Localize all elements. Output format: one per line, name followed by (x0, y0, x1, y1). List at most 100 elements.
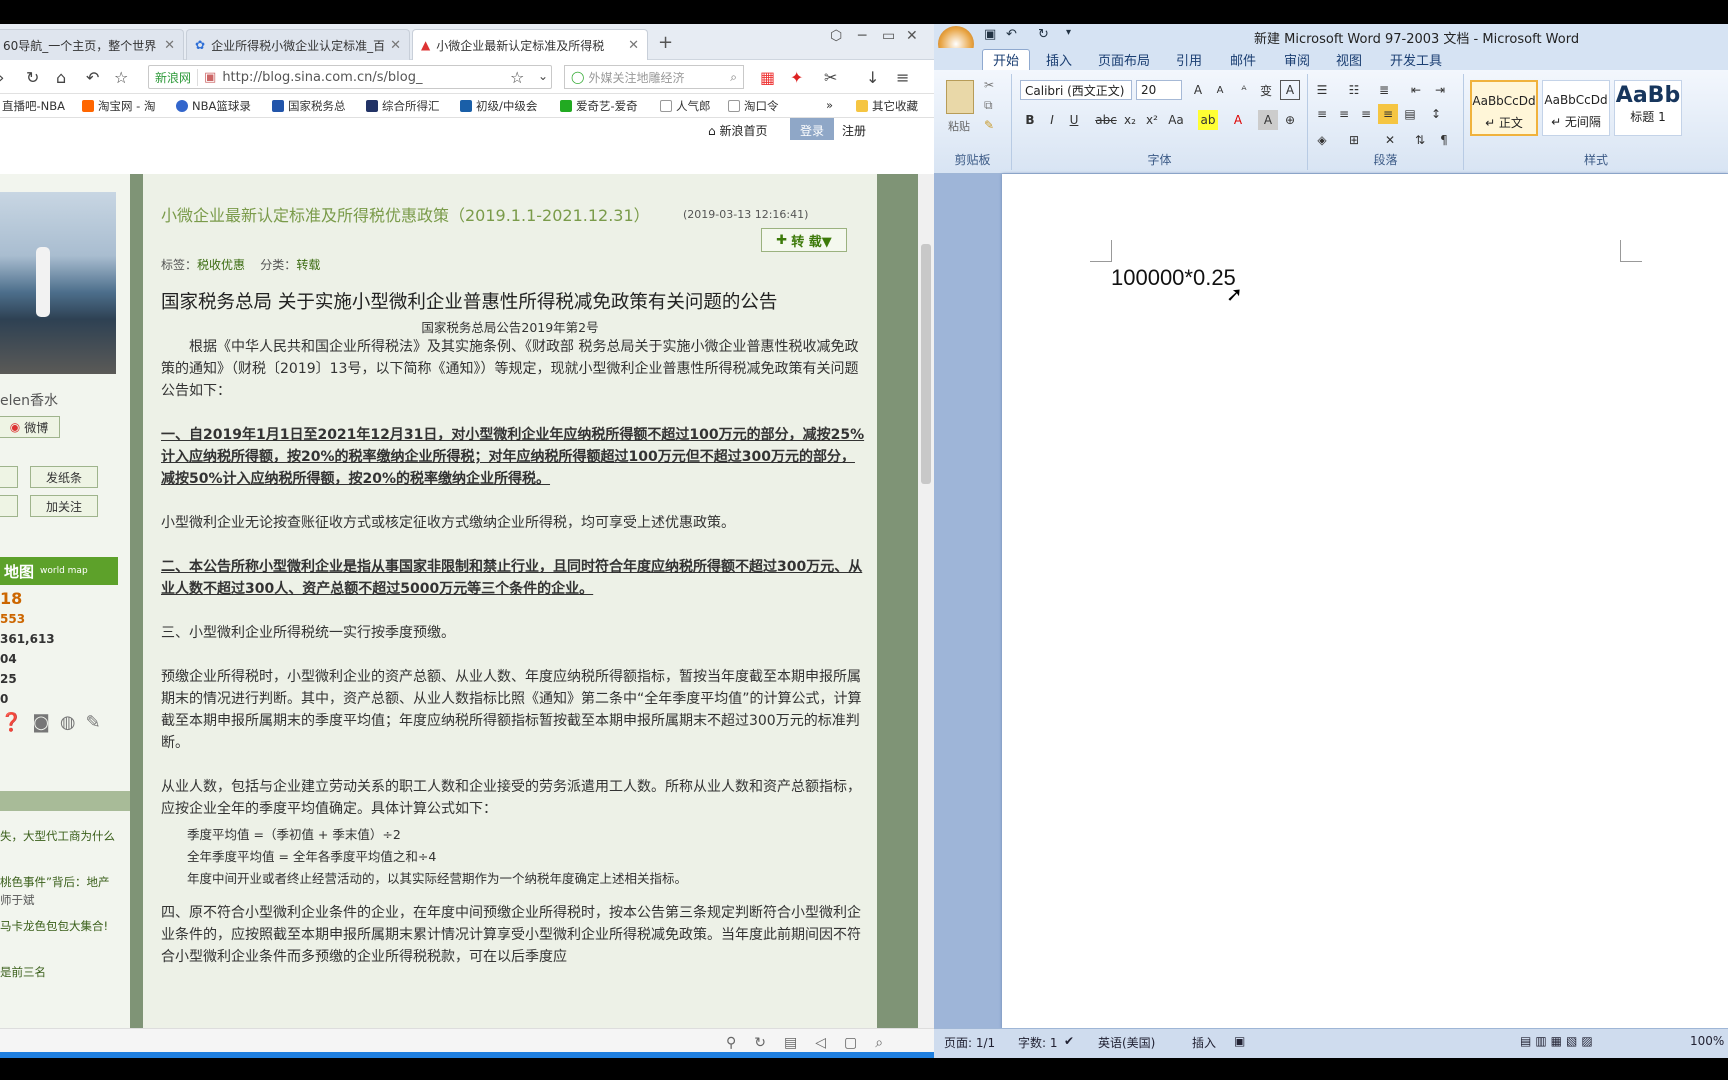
tab-sina-blog[interactable]: ▲ 小微企业最新认定标准及所得税 ✕ (412, 29, 648, 60)
highlight-icon[interactable]: ab (1198, 110, 1218, 130)
char-border-icon[interactable]: A (1280, 80, 1300, 100)
status-language[interactable]: 英语(美国) (1098, 1034, 1155, 1051)
star-icon[interactable]: ☆ (114, 68, 128, 87)
refresh-icon[interactable]: ↻ (26, 68, 39, 87)
style-normal[interactable]: AaBbCcDd ↵ 正文 (1470, 80, 1538, 136)
send-note-button[interactable]: 发纸条 (30, 466, 98, 488)
italic-icon[interactable]: I (1042, 110, 1062, 130)
tab-home[interactable]: 开始 (982, 49, 1031, 70)
tab-page-layout[interactable]: 页面布局 (1098, 50, 1150, 69)
tab-developer[interactable]: 开发工具 (1390, 50, 1442, 69)
font-name-select[interactable]: Calibri (西文正文) (1020, 80, 1132, 100)
bookmark-item[interactable]: 人气郎 (660, 98, 711, 114)
login-button[interactable]: 登录 (790, 118, 834, 140)
superscript-icon[interactable]: x² (1142, 110, 1162, 130)
borders-icon[interactable]: ⊞ (1344, 130, 1364, 150)
proofing-icon[interactable]: ✔ (1064, 1034, 1074, 1048)
bookmark-item[interactable]: 初级/中级会 (460, 98, 537, 114)
close-icon[interactable]: ✕ (628, 38, 639, 53)
sidebar-link[interactable]: 桃色事件”背后：地产 (0, 874, 109, 890)
bookmark-item[interactable]: NBA篮球录 (176, 98, 251, 114)
underline-icon[interactable]: U (1064, 110, 1084, 130)
bullets-icon[interactable]: ☰ (1312, 80, 1332, 100)
close-icon[interactable]: ✕ (164, 38, 175, 53)
bookmark-item[interactable]: 直播吧-NBA (2, 98, 65, 114)
multilevel-list-icon[interactable]: ≣ (1374, 80, 1394, 100)
undo-icon[interactable]: ↶ (86, 68, 99, 87)
tab-insert[interactable]: 插入 (1046, 50, 1072, 69)
tag-link[interactable]: 税收优惠 (197, 258, 245, 272)
tab-references[interactable]: 引用 (1176, 50, 1202, 69)
sina-home-link[interactable]: ⌂ 新浪首页 (708, 122, 767, 139)
grow-font-icon[interactable]: A (1188, 80, 1208, 100)
world-map-banner[interactable]: 地图 world map (0, 557, 118, 585)
numbering-icon[interactable]: ☷ (1344, 80, 1364, 100)
other-bookmarks[interactable]: 其它收藏 (856, 98, 918, 114)
sidebar-link[interactable]: 失，大型代工商为什么 (0, 828, 115, 844)
shrink-font-icon[interactable]: A (1210, 80, 1230, 100)
search-icon[interactable]: ⌕ (730, 70, 737, 85)
save-icon[interactable]: ▣ (984, 27, 996, 42)
avatar[interactable] (0, 192, 116, 374)
address-bar[interactable]: 新浪网 ▣ http://blog.sina.com.cn/s/blog_ (148, 65, 552, 89)
line-spacing-icon[interactable]: ↕ (1426, 104, 1446, 124)
scissors-icon[interactable]: ✂ (824, 68, 837, 87)
sidebar-link[interactable]: 马卡龙色包包大集合! (0, 918, 108, 934)
show-marks-icon[interactable]: ¶ (1434, 130, 1454, 150)
distribute-icon[interactable]: ▤ (1400, 104, 1420, 124)
more-bookmarks-icon[interactable]: » (826, 98, 833, 112)
paste-icon[interactable] (946, 80, 974, 114)
shading-icon[interactable]: ◈ (1312, 130, 1332, 150)
sort-icon[interactable]: ⇅ (1410, 130, 1430, 150)
close-window-icon[interactable]: ✕ (906, 28, 918, 44)
align-right-icon[interactable]: ≡ (1356, 104, 1376, 124)
align-center-icon[interactable]: ≡ (1334, 104, 1354, 124)
char-shading-icon[interactable]: A (1258, 110, 1278, 130)
menu-icon[interactable]: ≡ (896, 68, 909, 87)
strikethrough-icon[interactable]: abc (1095, 110, 1117, 130)
register-link[interactable]: 注册 (842, 122, 866, 139)
sidebar-link[interactable]: 是前三名 (0, 964, 46, 980)
tab-view[interactable]: 视图 (1336, 50, 1362, 69)
apps-icon[interactable]: ▦ (760, 68, 775, 87)
status-page[interactable]: 页面: 1/1 (944, 1034, 995, 1051)
document-text[interactable]: 100000*0.25 (1111, 265, 1236, 291)
decrease-indent-icon[interactable]: ⇤ (1406, 80, 1426, 100)
tab-mailings[interactable]: 邮件 (1230, 50, 1256, 69)
add-friend-button[interactable] (0, 466, 18, 488)
minimize-icon[interactable]: ─ (858, 28, 866, 44)
macro-record-icon[interactable]: ▣ (1234, 1034, 1245, 1048)
redo-icon[interactable]: ↻ (1038, 27, 1049, 42)
search-box[interactable]: ◯ 外媒关注地雕经济 ⌕ (564, 65, 744, 89)
bookmark-star-icon[interactable]: ☆ (510, 68, 524, 87)
skin-icon[interactable]: ⬡ (830, 28, 842, 44)
subscript-icon[interactable]: x₂ (1120, 110, 1140, 130)
undo-icon[interactable]: ↶ (1006, 27, 1017, 42)
status-tool-icons[interactable]: ⚲↻▤◁▢⌕ (726, 1035, 901, 1051)
view-buttons[interactable]: ▤▥▦▧▨ (1520, 1034, 1597, 1048)
status-insert-mode[interactable]: 插入 (1192, 1034, 1216, 1051)
scrollbar-thumb[interactable] (921, 244, 931, 484)
tab-baidu-search[interactable]: ✿ 企业所得税小微企业认定标准_百 ✕ (186, 29, 410, 60)
copy-icon[interactable]: ⧉ (984, 98, 993, 113)
maximize-icon[interactable]: ▭ (882, 28, 895, 44)
follow-button[interactable]: 加关注 (30, 495, 98, 517)
align-left-icon[interactable]: ≡ (1312, 104, 1332, 124)
justify-icon[interactable]: ≡ (1378, 104, 1398, 124)
message-button[interactable] (0, 495, 18, 517)
format-painter-icon[interactable]: ✎ (984, 118, 994, 132)
bookmark-item[interactable]: 综合所得汇 (366, 98, 440, 114)
game-icon[interactable]: ✦ (790, 68, 803, 87)
document-page[interactable]: 100000*0.25 ➚ (1002, 174, 1728, 1029)
weibo-button[interactable]: ◉ 微博 (0, 416, 60, 438)
bookmark-item[interactable]: 淘口令 (728, 98, 779, 114)
chevron-down-icon[interactable]: ⌄ (538, 69, 548, 83)
home-icon[interactable]: ⌂ (56, 68, 66, 87)
new-tab-button[interactable]: + (658, 32, 673, 53)
change-case-icon[interactable]: Aa (1166, 110, 1186, 130)
style-no-spacing[interactable]: AaBbCcDd ↵ 无间隔 (1542, 80, 1610, 136)
phonetic-icon[interactable]: 变 (1256, 80, 1276, 100)
status-words[interactable]: 字数: 1 (1018, 1034, 1058, 1051)
bookmark-item[interactable]: 爱奇艺-爱奇 (560, 98, 638, 114)
bookmark-item[interactable]: 淘宝网 - 淘 (82, 98, 155, 114)
